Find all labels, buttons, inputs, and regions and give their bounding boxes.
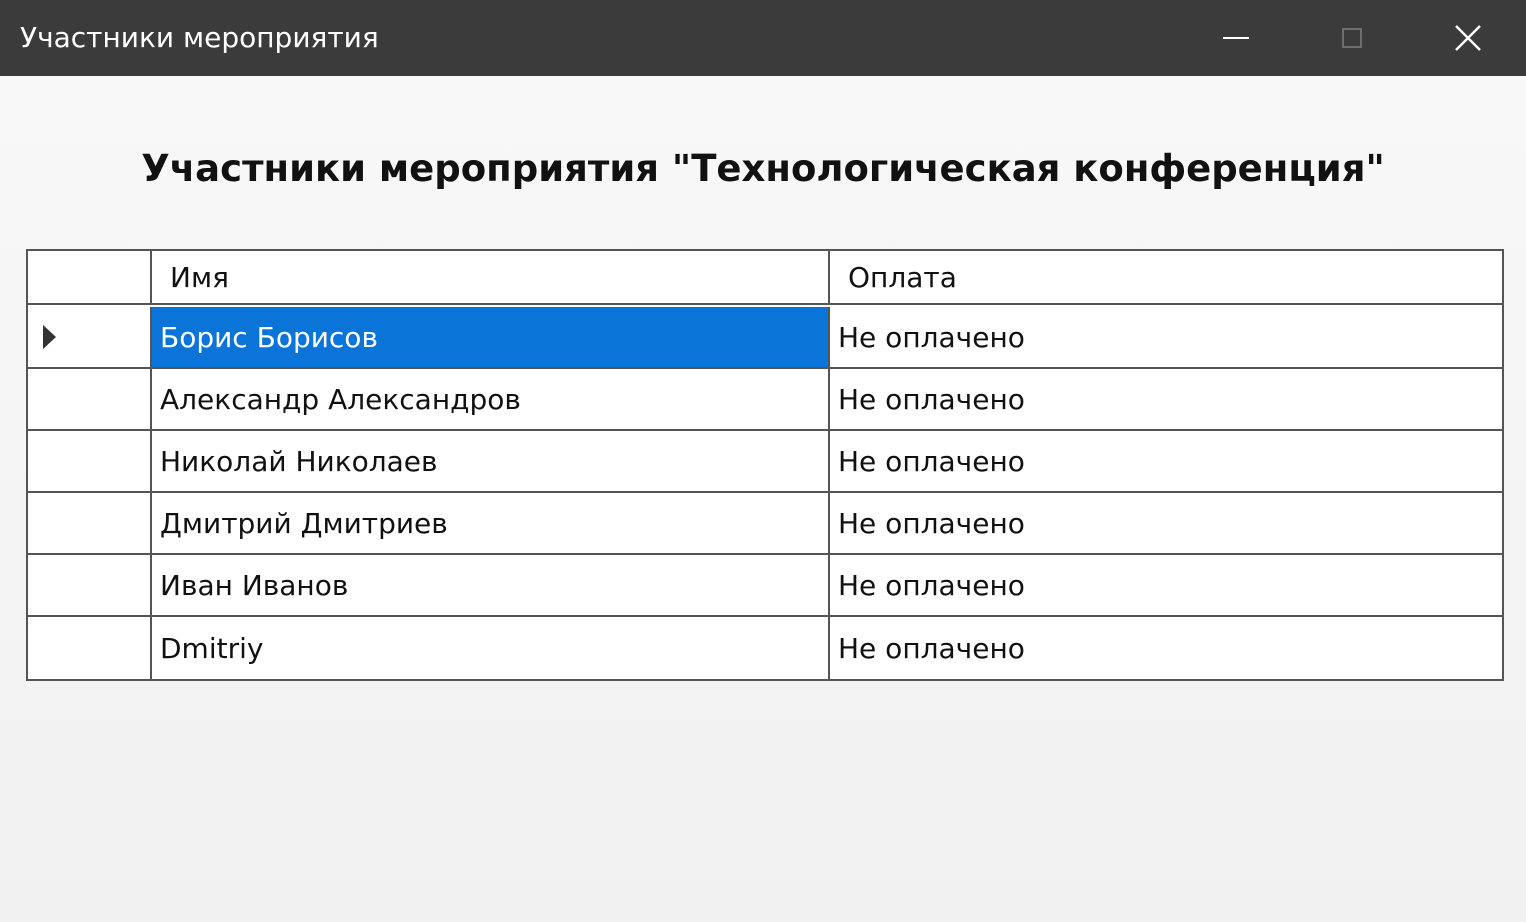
window-content: Участники мероприятия "Технологическая к…	[0, 76, 1526, 922]
window-title: Участники мероприятия	[20, 21, 379, 54]
row-header[interactable]	[28, 369, 152, 429]
payment-cell[interactable]: Не оплачено	[830, 369, 1502, 429]
close-button[interactable]	[1410, 0, 1526, 76]
name-cell[interactable]: Dmitriy	[152, 617, 830, 679]
table-row[interactable]: Александр Александров Не оплачено	[28, 369, 1502, 431]
table-row[interactable]: Николай Николаев Не оплачено	[28, 431, 1502, 493]
table-row[interactable]: Дмитрий Дмитриев Не оплачено	[28, 493, 1502, 555]
table-row[interactable]: Борис Борисов Не оплачено	[28, 307, 1502, 369]
minimize-button[interactable]	[1178, 0, 1294, 76]
name-cell[interactable]: Борис Борисов	[152, 307, 830, 367]
row-header[interactable]	[28, 493, 152, 553]
payment-cell[interactable]: Не оплачено	[830, 493, 1502, 553]
row-header[interactable]	[28, 431, 152, 491]
row-header[interactable]	[28, 617, 152, 679]
close-icon	[1455, 25, 1481, 51]
grid-header-row: Имя Оплата	[28, 251, 1502, 305]
payment-cell[interactable]: Не оплачено	[830, 555, 1502, 615]
current-row-arrow-icon	[43, 325, 56, 349]
name-cell[interactable]: Николай Николаев	[152, 431, 830, 491]
title-bar[interactable]: Участники мероприятия	[0, 0, 1526, 76]
row-header[interactable]	[28, 307, 152, 367]
minimize-icon	[1223, 37, 1249, 39]
table-row[interactable]: Dmitriy Не оплачено	[28, 617, 1502, 679]
participants-window: Участники мероприятия Участники мероприя…	[0, 0, 1526, 922]
table-row[interactable]: Иван Иванов Не оплачено	[28, 555, 1502, 617]
row-header[interactable]	[28, 555, 152, 615]
name-cell[interactable]: Александр Александров	[152, 369, 830, 429]
participants-grid[interactable]: Имя Оплата Борис Борисов Не оплачено Але…	[26, 249, 1504, 681]
page-title: Участники мероприятия "Технологическая к…	[141, 147, 1385, 190]
column-header-payment[interactable]: Оплата	[830, 251, 1502, 303]
maximize-icon	[1342, 28, 1362, 48]
row-header-corner[interactable]	[28, 251, 152, 303]
payment-cell[interactable]: Не оплачено	[830, 431, 1502, 491]
maximize-button[interactable]	[1294, 0, 1410, 76]
name-cell[interactable]: Дмитрий Дмитриев	[152, 493, 830, 553]
name-cell[interactable]: Иван Иванов	[152, 555, 830, 615]
payment-cell[interactable]: Не оплачено	[830, 307, 1502, 367]
column-header-name[interactable]: Имя	[152, 251, 830, 303]
payment-cell[interactable]: Не оплачено	[830, 617, 1502, 679]
